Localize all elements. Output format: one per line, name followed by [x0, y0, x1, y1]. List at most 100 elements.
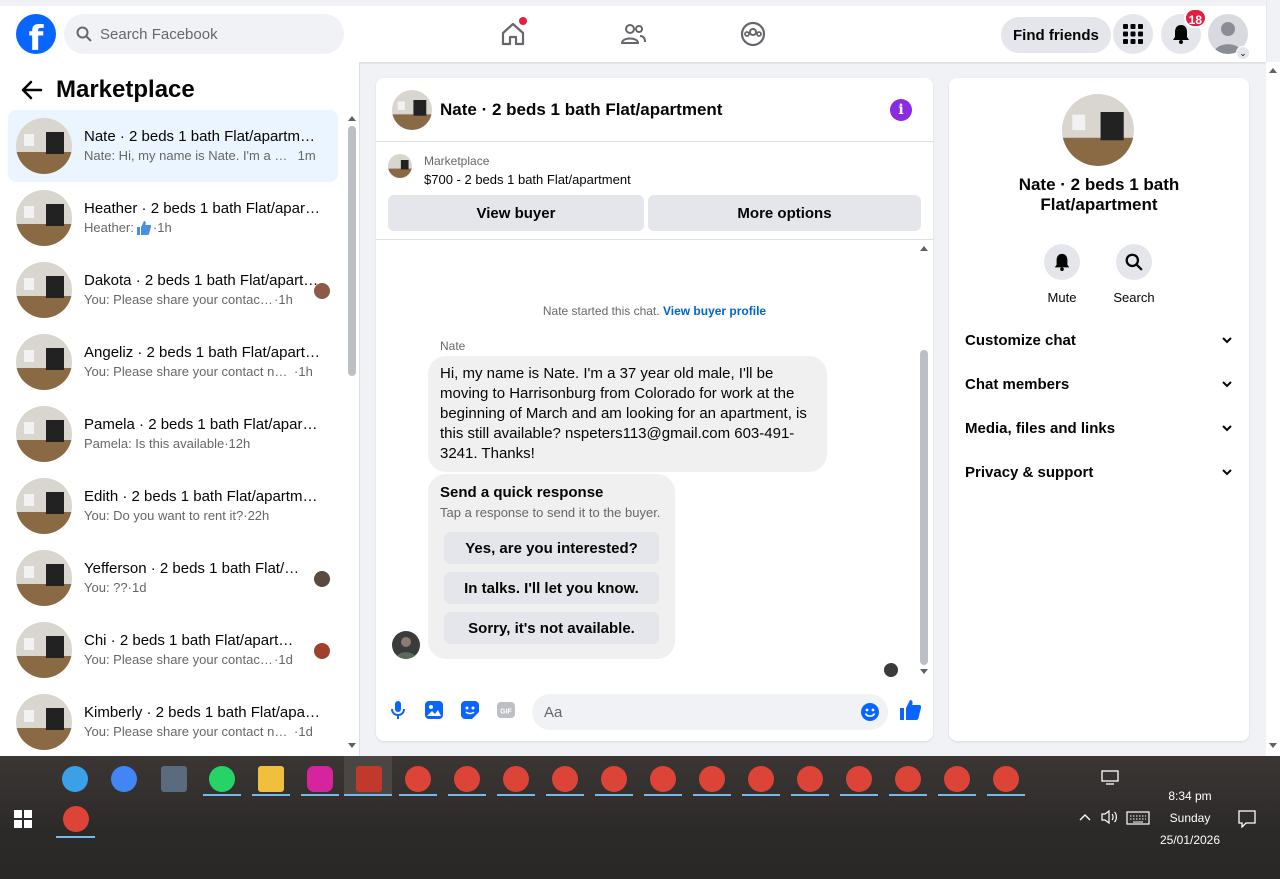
clock-date[interactable]: 25/01/2026 [1155, 833, 1225, 847]
search-icon [1125, 253, 1143, 271]
windows-start-icon[interactable] [14, 810, 32, 828]
back-arrow-icon[interactable] [20, 78, 44, 102]
snipping-tool-icon[interactable] [356, 766, 382, 792]
conversation-item[interactable]: Edith · 2 beds 1 bath Flat/apartment You:… [8, 470, 338, 542]
conversation-item[interactable]: Heather · 2 beds 1 bath Flat/apartment He… [8, 182, 338, 254]
chrome-profile-icon[interactable] [944, 766, 970, 792]
active-app-indicator [546, 794, 584, 796]
view-buyer-profile-link[interactable]: View buyer profile [663, 304, 766, 318]
chrome-window-icon[interactable] [63, 806, 89, 832]
search-action[interactable]: Search [1104, 244, 1164, 305]
sidebar-scrollbar[interactable] [346, 112, 356, 752]
emoji-icon[interactable] [860, 702, 880, 722]
quick-response-card: Send a quick response Tap a response to … [428, 474, 675, 659]
chat-title[interactable]: Nate · 2 beds 1 bath Flat/apartment [440, 100, 722, 120]
chevron-up-icon[interactable] [1078, 812, 1092, 822]
chrome-profile-icon[interactable] [748, 766, 774, 792]
home-tab[interactable] [499, 17, 527, 48]
active-app-indicator [203, 794, 241, 796]
conversation-item[interactable]: Dakota · 2 beds 1 bath Flat/apartment You… [8, 254, 338, 326]
chat-listing-thumbnail[interactable] [392, 89, 432, 130]
chrome-profile-icon[interactable] [846, 766, 872, 792]
chat-members-section[interactable]: Chat members [965, 370, 1233, 398]
home-notification-dot [519, 17, 527, 25]
section-label: Media, files and links [965, 419, 1116, 437]
like-send-icon[interactable] [899, 698, 923, 722]
volume-icon[interactable] [1100, 809, 1120, 825]
privacy-support-section[interactable]: Privacy & support [965, 458, 1233, 486]
conversation-item[interactable]: Pamela · 2 beds 1 bath Flat/apartment Pam… [8, 398, 338, 470]
scroll-down-arrow-icon[interactable] [919, 668, 929, 676]
clock-time[interactable]: 8:34 pm [1160, 789, 1220, 803]
search-box[interactable] [64, 14, 344, 54]
account-chevron-icon[interactable]: ⌄ [1236, 46, 1250, 60]
friends-tab[interactable] [619, 20, 647, 48]
conversation-item[interactable]: Nate · 2 beds 1 bath Flat/apartment Nate:… [8, 110, 338, 182]
scroll-up-arrow-icon[interactable] [347, 114, 357, 122]
whatsapp-icon[interactable] [209, 766, 235, 792]
scroll-down-arrow-icon[interactable] [1268, 742, 1278, 750]
active-app-indicator [938, 794, 976, 796]
menu-button[interactable] [1113, 14, 1153, 54]
chrome-profile-icon[interactable] [454, 766, 480, 792]
app-icon[interactable] [62, 766, 88, 792]
file-explorer-icon[interactable] [258, 766, 284, 792]
groups-icon [740, 21, 766, 47]
desktop-icon[interactable] [1101, 770, 1119, 786]
chrome-profile-icon[interactable] [601, 766, 627, 792]
notifications-button[interactable]: 18 [1161, 8, 1207, 54]
search-input[interactable] [100, 25, 320, 43]
chevron-down-icon [1222, 381, 1232, 388]
chrome-icon[interactable] [111, 766, 137, 792]
gif-label: GIF [500, 709, 512, 716]
clock-day[interactable]: Sunday [1160, 811, 1220, 825]
chrome-profile-icon[interactable] [797, 766, 823, 792]
sidebar-scroll-thumb[interactable] [348, 126, 356, 376]
scroll-up-arrow-icon[interactable] [919, 244, 929, 252]
sender-avatar[interactable] [392, 631, 420, 659]
chrome-profile-icon[interactable] [503, 766, 529, 792]
active-app-indicator [889, 794, 927, 796]
quick-response-button[interactable]: Sorry, it's not available. [444, 612, 659, 644]
chat-scroll-thumb[interactable] [920, 350, 928, 665]
instagram-icon[interactable] [307, 766, 333, 792]
chrome-profile-icon[interactable] [650, 766, 676, 792]
conversation-title: Edith · 2 beds 1 bath Flat/apartment [84, 488, 320, 505]
more-options-button[interactable]: More options [648, 195, 921, 231]
calculator-icon[interactable] [161, 766, 187, 792]
facebook-logo[interactable]: f [16, 14, 56, 54]
customize-chat-section[interactable]: Customize chat [965, 326, 1233, 354]
conversation-item[interactable]: Yefferson · 2 beds 1 bath Flat/apartment… [8, 542, 338, 614]
page-scrollbar[interactable] [1266, 62, 1280, 756]
conversation-item[interactable]: Chi · 2 beds 1 bath Flat/apartment You: P… [8, 614, 338, 686]
gif-icon[interactable]: GIF [496, 700, 516, 720]
chat-scrollbar[interactable] [917, 240, 931, 676]
groups-tab[interactable] [739, 20, 767, 48]
chrome-profile-icon[interactable] [993, 766, 1019, 792]
conversation-item[interactable]: Angeliz · 2 beds 1 bath Flat/apartment Yo… [8, 326, 338, 398]
chrome-profile-icon[interactable] [405, 766, 431, 792]
chrome-profile-icon[interactable] [699, 766, 725, 792]
chat-header: Nate · 2 beds 1 bath Flat/apartment i [376, 78, 933, 142]
message-composer: GIF [376, 688, 933, 736]
view-buyer-button[interactable]: View buyer [388, 195, 644, 231]
microphone-icon[interactable] [388, 700, 408, 720]
listing-price[interactable]: $700 - 2 beds 1 bath Flat/apartment [424, 172, 631, 187]
find-friends-button[interactable]: Find friends [1001, 17, 1111, 53]
top-navigation-bar: f Find friends 18 ⌄ [0, 0, 1266, 62]
photo-icon[interactable] [424, 700, 444, 720]
keyboard-icon[interactable] [1126, 811, 1150, 825]
conversation-item[interactable]: Kimberly · 2 beds 1 bath Flat/apartment Y… [8, 686, 338, 756]
media-files-links-section[interactable]: Media, files and links [965, 414, 1233, 442]
quick-response-button[interactable]: In talks. I'll let you know. [444, 572, 659, 604]
chrome-profile-icon[interactable] [552, 766, 578, 792]
sticker-icon[interactable] [460, 700, 480, 720]
action-center-icon[interactable] [1238, 810, 1256, 828]
quick-response-button[interactable]: Yes, are you interested? [444, 532, 659, 564]
scroll-down-arrow-icon[interactable] [347, 742, 357, 750]
scroll-up-arrow-icon[interactable] [1268, 66, 1278, 74]
mute-action[interactable]: Mute [1032, 244, 1092, 305]
chrome-profile-icon[interactable] [895, 766, 921, 792]
info-icon[interactable]: i [890, 99, 912, 121]
message-input[interactable] [532, 694, 888, 730]
